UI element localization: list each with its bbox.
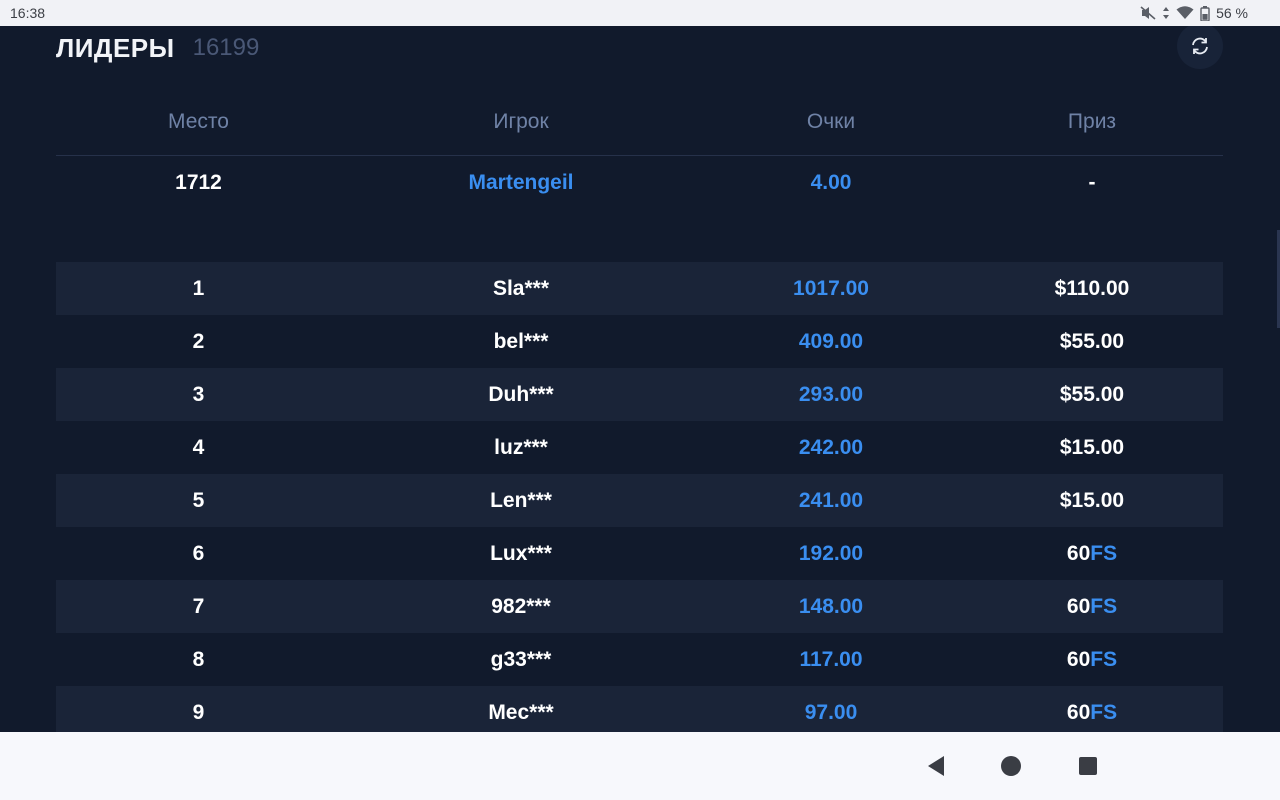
prize-value: $55.00 bbox=[1059, 329, 1125, 353]
prize-value: 60 bbox=[1066, 541, 1091, 565]
page-title: ЛИДЕРЫ bbox=[56, 32, 175, 63]
home-button[interactable] bbox=[997, 752, 1025, 780]
column-header-player: Игрок bbox=[493, 109, 549, 133]
row-place: 3 bbox=[192, 382, 205, 406]
row-player: g33*** bbox=[490, 647, 552, 671]
row-prize: $15.00 bbox=[961, 436, 1223, 460]
row-prize: 60FS bbox=[961, 648, 1223, 672]
table-row: 6 Lux*** 192.00 60FS bbox=[56, 527, 1223, 580]
row-points: 148.00 bbox=[798, 594, 864, 618]
row-place: 2 bbox=[192, 329, 205, 353]
row-place: 1 bbox=[192, 276, 205, 300]
prize-suffix: FS bbox=[1090, 700, 1118, 724]
prize-value: $15.00 bbox=[1059, 488, 1125, 512]
row-points: 293.00 bbox=[798, 382, 864, 406]
table-header: Место Игрок Очки Приз bbox=[56, 88, 1223, 156]
row-place: 8 bbox=[192, 647, 205, 671]
prize-value: 60 bbox=[1066, 647, 1091, 671]
my-points: 4.00 bbox=[810, 170, 852, 194]
back-button[interactable] bbox=[922, 752, 950, 780]
status-icons: 56 % bbox=[1140, 5, 1270, 21]
row-place: 6 bbox=[192, 541, 205, 565]
table-row: 7 982*** 148.00 60FS bbox=[56, 580, 1223, 633]
table-row: 2 bel*** 409.00 $55.00 bbox=[56, 315, 1223, 368]
table-row: 1 Sla*** 1017.00 $110.00 bbox=[56, 262, 1223, 315]
leaderboard-screen: ЛИДЕРЫ 16199 Место Игрок Очки Приз 1712 … bbox=[0, 26, 1280, 732]
back-icon bbox=[928, 756, 944, 776]
home-icon bbox=[1001, 756, 1021, 776]
row-player: Len*** bbox=[490, 488, 552, 512]
row-prize: $55.00 bbox=[961, 330, 1223, 354]
row-place: 4 bbox=[192, 435, 205, 459]
table-row: 4 luz*** 242.00 $15.00 bbox=[56, 421, 1223, 474]
my-prize: - bbox=[1088, 170, 1096, 194]
table-row: 8 g33*** 117.00 60FS bbox=[56, 633, 1223, 686]
data-arrows-icon bbox=[1163, 7, 1170, 19]
status-time: 16:38 bbox=[10, 5, 46, 21]
row-player: Duh*** bbox=[488, 382, 554, 406]
battery-icon bbox=[1200, 5, 1210, 21]
row-player: Lux*** bbox=[490, 541, 552, 565]
row-prize: 60FS bbox=[961, 701, 1223, 725]
participants-count: 16199 bbox=[192, 34, 260, 61]
row-player: luz*** bbox=[494, 435, 548, 459]
system-navigation-bar bbox=[0, 732, 1280, 800]
row-prize: $55.00 bbox=[961, 383, 1223, 407]
row-prize: 60FS bbox=[961, 542, 1223, 566]
prize-value: $55.00 bbox=[1059, 382, 1125, 406]
row-points: 409.00 bbox=[798, 329, 864, 353]
prize-value: $15.00 bbox=[1059, 435, 1125, 459]
row-player: 982*** bbox=[491, 594, 551, 618]
row-points: 241.00 bbox=[798, 488, 864, 512]
leaderboard-header: ЛИДЕРЫ 16199 bbox=[56, 26, 1223, 70]
row-points: 1017.00 bbox=[793, 276, 869, 300]
row-points: 97.00 bbox=[804, 700, 858, 724]
column-header-place: Место bbox=[168, 109, 229, 133]
battery-percent: 56 % bbox=[1216, 5, 1248, 21]
my-player-name: Martengeil bbox=[468, 170, 574, 194]
wifi-icon bbox=[1176, 6, 1194, 19]
prize-value: $110.00 bbox=[1054, 276, 1130, 300]
row-place: 7 bbox=[192, 594, 205, 618]
table-row: 5 Len*** 241.00 $15.00 bbox=[56, 474, 1223, 527]
my-place: 1712 bbox=[175, 170, 222, 194]
row-points: 192.00 bbox=[798, 541, 864, 565]
prize-suffix: FS bbox=[1090, 647, 1118, 671]
row-points: 117.00 bbox=[799, 647, 863, 671]
prize-suffix: FS bbox=[1090, 594, 1118, 618]
prize-value: 60 bbox=[1066, 700, 1091, 724]
row-points: 242.00 bbox=[798, 435, 864, 459]
recents-icon bbox=[1079, 757, 1097, 775]
status-bar: 16:38 56 % bbox=[0, 0, 1280, 26]
column-header-prize: Приз bbox=[1067, 109, 1117, 133]
table-row: 3 Duh*** 293.00 $55.00 bbox=[56, 368, 1223, 421]
row-prize: 60FS bbox=[961, 595, 1223, 619]
leaderboard-rows: 1 Sla*** 1017.00 $110.00 2 bel*** 409.00… bbox=[56, 262, 1223, 732]
row-prize: $110.00 bbox=[961, 277, 1223, 301]
row-player: Sla*** bbox=[492, 276, 550, 300]
row-place: 5 bbox=[192, 488, 205, 512]
mute-icon bbox=[1140, 6, 1156, 20]
row-prize: $15.00 bbox=[961, 489, 1223, 513]
leaderboard-table: Место Игрок Очки Приз 1712 Martengeil 4.… bbox=[56, 88, 1223, 732]
recents-button[interactable] bbox=[1074, 752, 1102, 780]
row-player: Mec*** bbox=[488, 700, 554, 724]
table-row: 9 Mec*** 97.00 60FS bbox=[56, 686, 1223, 732]
column-header-points: Очки bbox=[806, 109, 856, 133]
row-place: 9 bbox=[192, 700, 205, 724]
prize-value: 60 bbox=[1066, 594, 1091, 618]
current-user-row: 1712 Martengeil 4.00 - bbox=[56, 156, 1223, 209]
refresh-icon bbox=[1192, 37, 1208, 55]
row-player: bel*** bbox=[493, 329, 549, 353]
refresh-button[interactable] bbox=[1177, 26, 1223, 69]
prize-suffix: FS bbox=[1090, 541, 1118, 565]
